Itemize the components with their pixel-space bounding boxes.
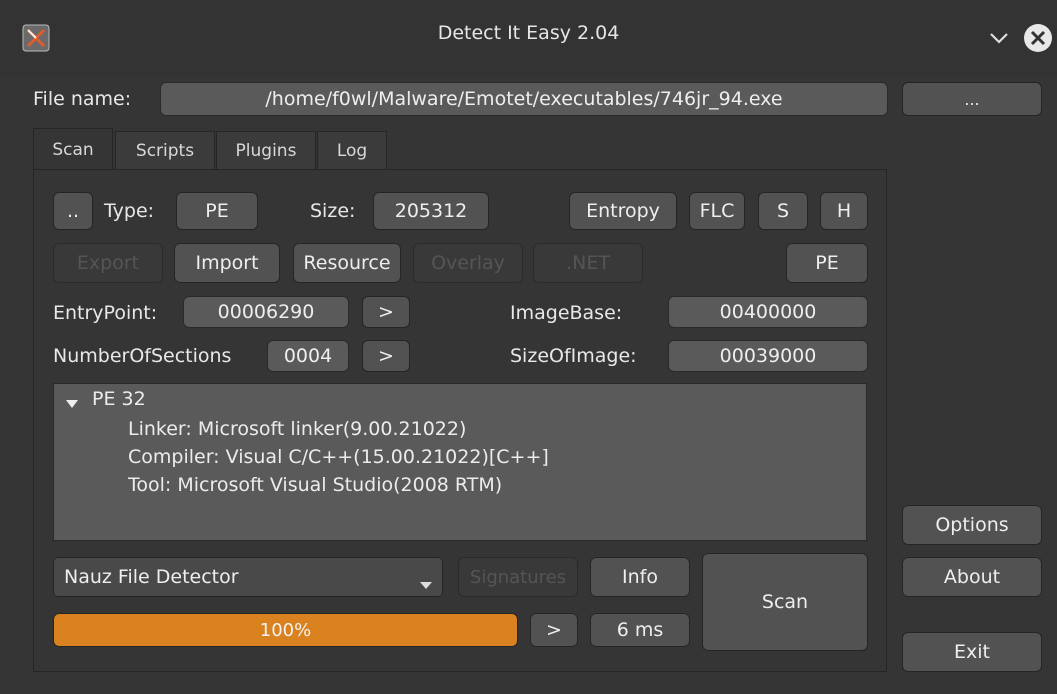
overlay-button[interactable]: Overlay xyxy=(413,243,523,283)
close-icon[interactable] xyxy=(1022,22,1054,54)
scan-button[interactable]: Scan xyxy=(702,553,868,651)
dropdown-arrow-icon xyxy=(420,573,432,595)
sizeofimage-label: SizeOfImage: xyxy=(510,345,637,367)
imagebase-value: 00400000 xyxy=(668,296,868,328)
results-tree[interactable]: PE 32 Linker: Microsoft linker(9.00.2102… xyxy=(53,383,867,541)
tab-log[interactable]: Log xyxy=(317,131,387,169)
tree-item-linker[interactable]: Linker: Microsoft linker(9.00.21022) xyxy=(128,418,466,440)
export-button[interactable]: Export xyxy=(53,243,163,283)
signatures-button[interactable]: Signatures xyxy=(458,557,578,597)
pe-button[interactable]: PE xyxy=(786,243,868,283)
tab-scripts[interactable]: Scripts xyxy=(115,131,215,169)
entrypoint-value: 00006290 xyxy=(183,296,349,328)
entropy-button[interactable]: Entropy xyxy=(569,192,677,230)
detector-select[interactable]: Nauz File Detector xyxy=(53,557,443,597)
sizeofimage-value: 00039000 xyxy=(668,340,868,372)
imagebase-label: ImageBase: xyxy=(510,302,623,324)
sections-go-button[interactable]: > xyxy=(362,340,410,372)
info-button[interactable]: Info xyxy=(590,557,690,597)
resource-button[interactable]: Resource xyxy=(293,243,401,283)
flc-button[interactable]: FLC xyxy=(689,192,745,230)
progress-bar: 100% xyxy=(53,613,518,647)
tree-item-compiler[interactable]: Compiler: Visual C/C++(15.00.21022)[C++] xyxy=(128,446,549,468)
window-title: Detect It Easy 2.04 xyxy=(437,22,620,44)
progress-text: 100% xyxy=(259,619,312,641)
net-button[interactable]: .NET xyxy=(533,243,643,283)
browse-button[interactable]: ... xyxy=(902,82,1042,116)
entrypoint-go-button[interactable]: > xyxy=(362,296,410,328)
options-button[interactable]: Options xyxy=(902,505,1042,545)
type-select[interactable]: PE xyxy=(176,192,258,230)
h-button[interactable]: H xyxy=(820,192,868,230)
expand-arrow-icon[interactable] xyxy=(66,394,78,413)
about-button[interactable]: About xyxy=(902,557,1042,597)
file-name-label: File name: xyxy=(33,88,132,110)
size-label: Size: xyxy=(310,200,356,222)
exit-button[interactable]: Exit xyxy=(902,632,1042,672)
tree-root[interactable]: PE 32 xyxy=(92,388,146,410)
detector-value: Nauz File Detector xyxy=(64,566,239,588)
sections-value: 0004 xyxy=(267,340,349,372)
title-bar[interactable]: Detect It Easy 2.04 xyxy=(0,0,1057,78)
parent-button[interactable]: .. xyxy=(53,192,93,230)
s-button[interactable]: S xyxy=(758,192,808,230)
type-label: Type: xyxy=(104,200,155,222)
minimize-chevron-icon[interactable] xyxy=(986,26,1012,50)
entrypoint-label: EntryPoint: xyxy=(53,302,158,324)
import-button[interactable]: Import xyxy=(174,243,280,283)
tab-scan[interactable]: Scan xyxy=(33,128,113,170)
file-path-field[interactable]: /home/f0wl/Malware/Emotet/executables/74… xyxy=(160,82,888,116)
tree-item-tool[interactable]: Tool: Microsoft Visual Studio(2008 RTM) xyxy=(128,474,502,496)
tab-plugins[interactable]: Plugins xyxy=(216,131,316,169)
sections-label: NumberOfSections xyxy=(53,345,232,367)
time-display: 6 ms xyxy=(590,613,690,647)
size-value: 205312 xyxy=(373,192,489,230)
next-button[interactable]: > xyxy=(530,613,578,647)
